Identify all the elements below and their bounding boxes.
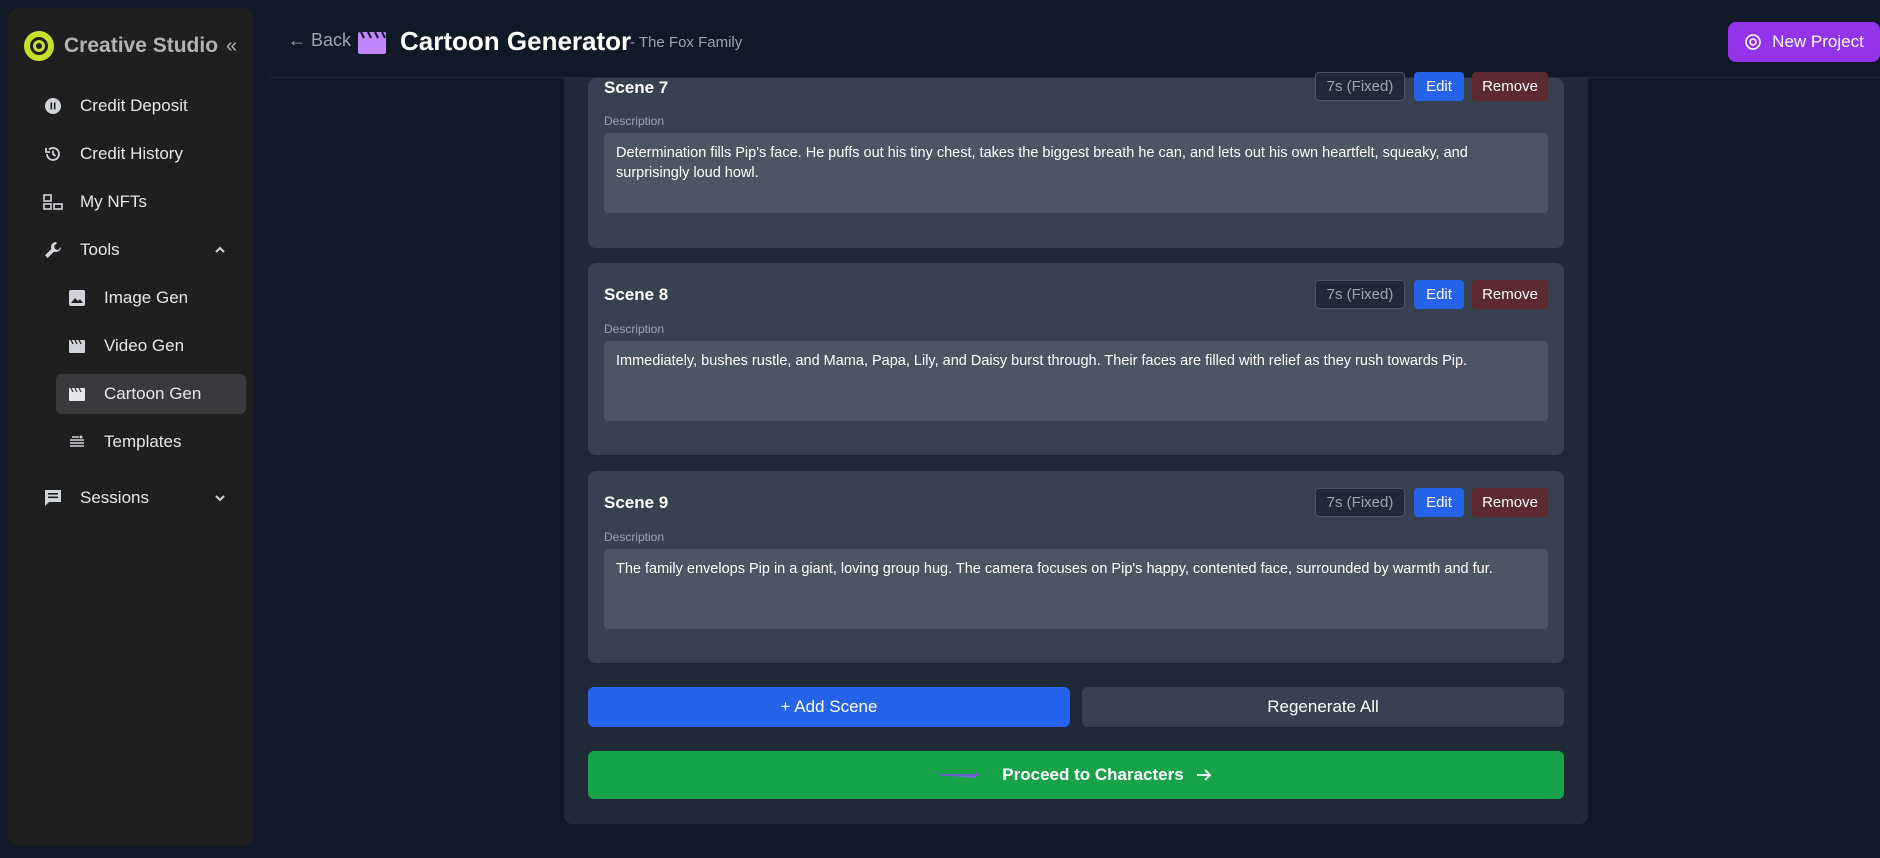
chevron-down-icon[interactable] xyxy=(210,488,230,508)
sidebar-item-credit-deposit[interactable]: Credit Deposit xyxy=(32,86,246,126)
chat-icon xyxy=(42,487,64,509)
sidebar-item-sessions[interactable]: Sessions xyxy=(32,478,246,518)
page-title: Cartoon Generator xyxy=(400,26,632,56)
duration-select[interactable]: 7s (Fixed) xyxy=(1315,72,1405,101)
page-subtitle: - The Fox Family xyxy=(630,34,743,51)
sidebar-sub-label: Templates xyxy=(104,432,182,451)
templates-icon xyxy=(67,432,87,452)
proceed-label: Proceed to Characters xyxy=(1002,765,1184,784)
nft-icon xyxy=(42,191,64,213)
chevron-up-icon[interactable] xyxy=(210,240,230,260)
remove-button[interactable]: Remove xyxy=(1472,72,1548,101)
clapper-icon xyxy=(358,31,386,54)
description-textarea[interactable]: Immediately, bushes rustle, and Mama, Pa… xyxy=(604,341,1548,421)
new-project-label: New Project xyxy=(1772,32,1864,51)
sidebar-item-cartoon-gen[interactable]: Cartoon Gen xyxy=(56,374,246,414)
scene-card: Scene 8 7s (Fixed) Edit Remove Descripti… xyxy=(588,263,1564,455)
sidebar: Creative Studio « Credit Deposit Credit … xyxy=(8,8,254,846)
project-icon xyxy=(1745,34,1761,50)
sidebar-item-label: Credit Deposit xyxy=(80,96,188,115)
remove-button[interactable]: Remove xyxy=(1472,488,1548,517)
description-textarea[interactable]: The family envelops Pip in a giant, lovi… xyxy=(604,549,1548,629)
new-project-button[interactable]: New Project xyxy=(1728,22,1880,62)
back-button[interactable]: ← Back xyxy=(288,30,351,51)
remove-button[interactable]: Remove xyxy=(1472,280,1548,309)
scene-card: Scene 9 7s (Fixed) Edit Remove Descripti… xyxy=(588,471,1564,663)
coin-icon xyxy=(42,95,64,117)
brand-title: Creative Studio xyxy=(64,34,219,57)
history-icon xyxy=(42,143,64,165)
duration-select[interactable]: 7s (Fixed) xyxy=(1315,280,1405,309)
wrench-icon xyxy=(42,239,64,261)
sidebar-item-label: Tools xyxy=(80,240,120,259)
description-label: Description xyxy=(604,322,665,336)
description-label: Description xyxy=(604,530,665,544)
sidebar-item-label: Credit History xyxy=(80,144,183,163)
image-icon xyxy=(67,288,87,308)
sidebar-sub-label: Video Gen xyxy=(104,336,185,355)
sidebar-item-templates[interactable]: Templates xyxy=(56,422,246,462)
sidebar-item-video-gen[interactable]: Video Gen xyxy=(56,326,246,366)
scene-title: Scene 9 xyxy=(604,493,669,512)
duration-select[interactable]: 7s (Fixed) xyxy=(1315,488,1405,517)
scene-title: Scene 7 xyxy=(604,78,669,97)
brand: Creative Studio « xyxy=(24,20,244,72)
clapper-icon xyxy=(67,384,87,404)
scene-card: Scene 7 7s (Fixed) Edit Remove Descripti… xyxy=(588,72,1564,248)
sidebar-sub-label: Image Gen xyxy=(104,288,189,307)
scene-title: Scene 8 xyxy=(604,285,669,304)
edit-button[interactable]: Edit xyxy=(1414,72,1464,101)
logo-icon xyxy=(24,31,54,61)
sidebar-sub-label: Cartoon Gen xyxy=(104,384,202,403)
sidebar-item-tools[interactable]: Tools xyxy=(32,230,246,270)
sidebar-item-credit-history[interactable]: Credit History xyxy=(32,134,246,174)
collapse-sidebar-icon[interactable]: « xyxy=(226,35,237,58)
sidebar-item-label: My NFTs xyxy=(80,192,148,211)
arrow-right-icon xyxy=(1196,769,1211,781)
sidebar-item-label: Sessions xyxy=(80,488,149,507)
sidebar-item-my-nfts[interactable]: My NFTs xyxy=(32,182,246,222)
edit-button[interactable]: Edit xyxy=(1414,488,1464,517)
edit-button[interactable]: Edit xyxy=(1414,280,1464,309)
add-scene-button[interactable]: + Add Scene xyxy=(588,687,1070,727)
sidebar-item-image-gen[interactable]: Image Gen xyxy=(56,278,246,318)
arrow-decoration-icon xyxy=(940,772,981,778)
description-textarea[interactable]: Determination fills Pip's face. He puffs… xyxy=(604,133,1548,213)
proceed-to-characters-button[interactable]: Proceed to Characters xyxy=(588,751,1564,799)
description-label: Description xyxy=(604,114,665,128)
top-bar: ← Back Cartoon Generator - The Fox Famil… xyxy=(270,0,1880,78)
regenerate-all-button[interactable]: Regenerate All xyxy=(1082,687,1564,727)
clapper-icon xyxy=(67,336,87,356)
